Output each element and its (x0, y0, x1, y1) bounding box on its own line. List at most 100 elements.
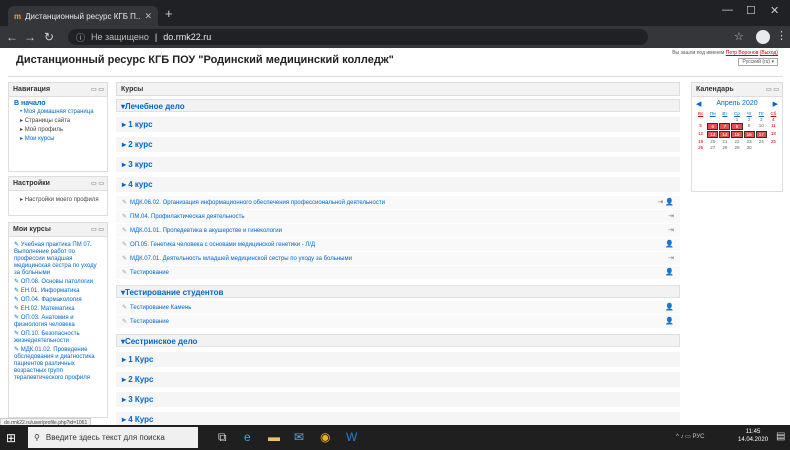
calendar-day[interactable]: 5 (695, 123, 706, 130)
weekday-label: Сб (770, 111, 777, 116)
profile-avatar-icon[interactable] (756, 30, 770, 44)
windows-start-icon[interactable]: ⊞ (6, 431, 16, 445)
logout-link[interactable]: (Выход) (760, 50, 778, 56)
calendar-day[interactable]: 7 (719, 123, 731, 130)
calendar-day[interactable]: 4 (768, 117, 779, 122)
navigation-block: Навигация ▭ ▭ В начало • Моя домашняя ст… (8, 82, 108, 172)
bookmark-star-icon[interactable]: ☆ (734, 30, 744, 43)
calendar-day[interactable]: 9 (744, 123, 755, 130)
nav-item-site-pages[interactable]: ▸ Страницы сайта (14, 117, 102, 124)
my-course-link[interactable]: ✎ ЕН.02. Математика (14, 306, 102, 313)
subcategory-link[interactable]: ▸ 1 Курс (116, 352, 680, 367)
edge-icon[interactable]: e (244, 430, 251, 444)
subcategory-link[interactable]: ▸ 2 курс (116, 137, 680, 152)
calendar-day[interactable]: 23 (744, 139, 755, 144)
my-course-link[interactable]: ✎ ЕН.01. Информатика (14, 288, 102, 295)
clock[interactable]: 11:45 14.04.2020 (738, 428, 768, 444)
my-course-link[interactable]: ✎ ОП.10. Безопасность жизнедеятельности (14, 331, 102, 345)
calendar-day[interactable]: 17 (755, 131, 767, 138)
forward-icon[interactable]: → (24, 30, 36, 44)
category-nursing[interactable]: ▾Сестринское дело (116, 334, 680, 347)
calendar-day[interactable]: 11 (768, 123, 779, 130)
input-language[interactable]: РУС (693, 434, 705, 440)
calendar-day[interactable]: 26 (695, 145, 706, 150)
next-month-icon[interactable]: ▶ (773, 100, 778, 108)
calendar-day[interactable]: 10 (756, 123, 767, 130)
nav-item-dashboard[interactable]: • Моя домашняя страница (14, 109, 102, 115)
calendar-day[interactable]: 16 (743, 131, 755, 138)
subcategory-link[interactable]: ▸ 4 курс (116, 177, 680, 192)
my-course-link[interactable]: ✎ ОП.04. Фармакология (14, 297, 102, 304)
browser-tab[interactable]: m Дистанционный ресурс КГБ П... ✕ (8, 6, 158, 26)
course-row[interactable]: ✎ МДК.07.01. Деятельность младшей медицин… (116, 252, 680, 265)
nav-item-profile[interactable]: ▸ Мой профиль (14, 126, 102, 133)
block-controls-icon[interactable]: ▭ ▭ (766, 86, 779, 93)
calendar-day[interactable]: 19 (695, 139, 706, 144)
user-name-link[interactable]: Петр Воронов (726, 50, 759, 56)
calendar-day[interactable]: 14 (719, 131, 731, 138)
url-input[interactable]: ⓘ Не защищено | do.rmk22.ru (68, 29, 648, 45)
block-controls-icon[interactable]: ▭ ▭ (91, 180, 104, 187)
my-course-link[interactable]: ✎ ОП.03. Анатомия и физиология человека (14, 315, 102, 329)
mail-icon[interactable]: ✉ (294, 430, 304, 444)
course-icon: ✎ (122, 200, 128, 206)
task-view-icon[interactable]: ⧉ (218, 430, 227, 445)
calendar-day[interactable]: 8 (731, 123, 743, 130)
nav-item-my-courses[interactable]: ▸ Мои курсы (14, 135, 102, 142)
calendar-day[interactable]: 28 (719, 145, 730, 150)
category-lechebnoe[interactable]: ▾Лечебное дело (116, 99, 680, 112)
calendar-day[interactable]: 22 (731, 139, 742, 144)
system-tray[interactable]: ^ ♪ ▭ РУС (676, 433, 705, 440)
subcategory-link[interactable]: ▸ 3 курс (116, 157, 680, 172)
nav-home-link[interactable]: В начало (14, 100, 102, 107)
block-controls-icon[interactable]: ▭ ▭ (91, 86, 104, 93)
file-explorer-icon[interactable]: ▬ (268, 430, 280, 444)
calendar-day[interactable]: 27 (707, 145, 718, 150)
calendar-day[interactable]: 2 (744, 117, 755, 122)
calendar-day[interactable]: 3 (756, 117, 767, 122)
word-icon[interactable]: W (346, 430, 357, 444)
maximize-icon[interactable]: ☐ (746, 4, 756, 17)
subcategory-link[interactable]: ▸ 1 курс (116, 117, 680, 132)
calendar-day[interactable]: 20 (707, 139, 718, 144)
calendar-day[interactable]: 6 (707, 123, 719, 130)
my-course-link[interactable]: ✎ МДК.01.02. Проведение обследования и д… (14, 347, 102, 382)
chrome-icon[interactable]: ◉ (320, 430, 330, 444)
course-row[interactable]: ✎ Тестирование 👤 (116, 266, 680, 279)
course-row[interactable]: ✎ Тестирование Камень 👤 (116, 301, 680, 314)
calendar-day[interactable]: 30 (744, 145, 755, 150)
calendar-day[interactable]: 21 (719, 139, 730, 144)
my-course-link[interactable]: ✎ ОП.08. Основы патологии (14, 279, 102, 286)
settings-profile-link[interactable]: ▸ Настройки моего профиля (14, 196, 102, 203)
back-icon[interactable]: ← (6, 30, 18, 44)
language-select[interactable]: Русский (ru) ▾ (738, 58, 778, 66)
new-tab-icon[interactable]: + (165, 6, 173, 21)
taskbar-search[interactable]: ⚲ Введите здесь текст для поиска (28, 427, 198, 448)
course-row[interactable]: ✎ ПМ.04. Профилактическая деятельность ⇥ (116, 210, 680, 223)
reload-icon[interactable]: ↻ (44, 30, 54, 44)
subcategory-link[interactable]: ▸ 3 Курс (116, 392, 680, 407)
calendar-day[interactable]: 1 (731, 117, 742, 122)
menu-dots-icon[interactable]: ⋮ (776, 29, 787, 42)
course-row[interactable]: ✎ ОП.05. Генетика человека с основами мед… (116, 238, 680, 251)
subcategory-link[interactable]: ▸ 2 Курс (116, 372, 680, 387)
notifications-icon[interactable]: ▤ (776, 431, 785, 442)
my-course-link[interactable]: ✎ Учебная практика ПМ 07. Выполнение раб… (14, 242, 102, 277)
minimize-icon[interactable]: — (722, 4, 733, 16)
calendar-day[interactable]: 18 (768, 131, 779, 138)
calendar-day[interactable]: 24 (756, 139, 767, 144)
calendar-day[interactable]: 15 (731, 131, 743, 138)
course-row[interactable]: ✎ МДК.01.01. Пропедевтика в акушерстве и … (116, 224, 680, 237)
calendar-day[interactable]: 25 (768, 139, 779, 144)
calendar-day[interactable]: 13 (707, 131, 719, 138)
category-testing[interactable]: ▾Тестирование студентов (116, 285, 680, 298)
course-row[interactable]: ✎ Тестирование 👤 (116, 315, 680, 328)
calendar-day[interactable]: 12 (695, 131, 706, 138)
close-window-icon[interactable]: ✕ (770, 4, 779, 17)
course-row[interactable]: ✎ МДК.06.02. Организация информационного … (116, 196, 680, 209)
info-icon[interactable]: ⓘ (76, 31, 85, 44)
block-controls-icon[interactable]: ▭ ▭ (91, 226, 104, 233)
close-tab-icon[interactable]: ✕ (144, 11, 152, 22)
calendar-day[interactable]: 29 (731, 145, 742, 150)
prev-month-icon[interactable]: ◀ (696, 100, 701, 108)
